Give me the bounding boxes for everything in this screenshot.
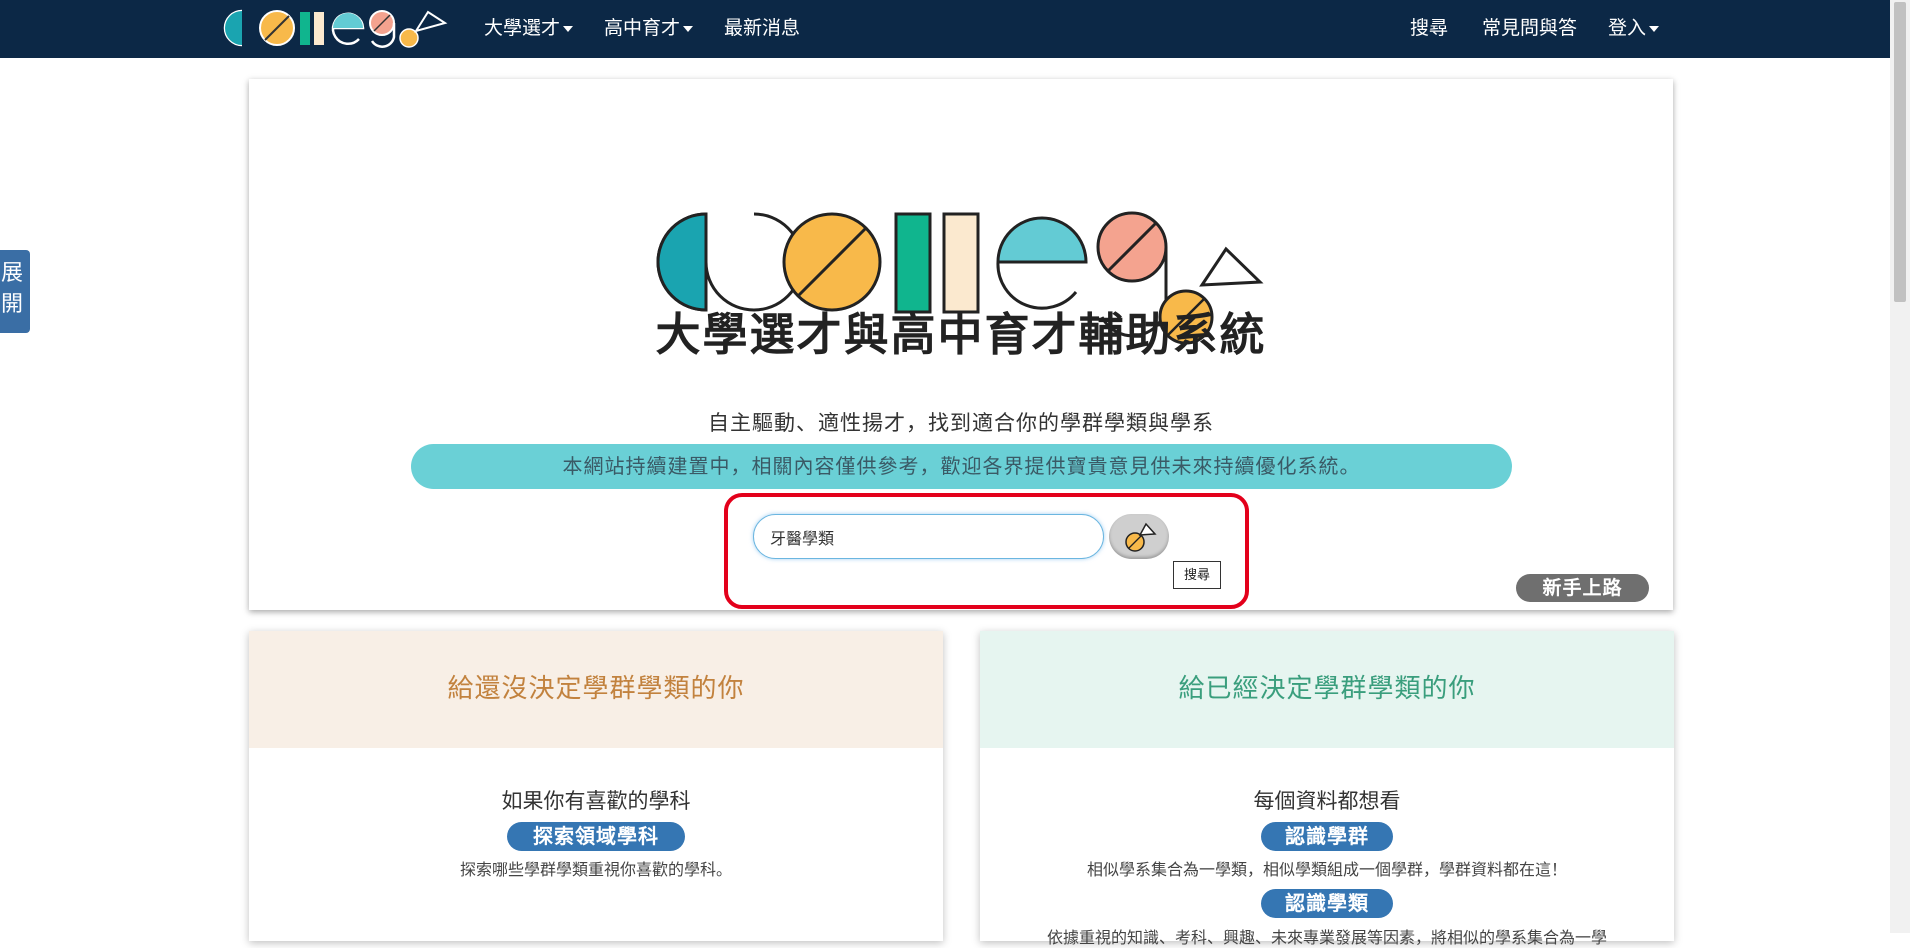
learn-categories-button[interactable]: 認識學類	[1261, 889, 1393, 918]
explore-subjects-button[interactable]: 探索領域學科	[507, 822, 685, 851]
search-input[interactable]	[753, 514, 1104, 559]
card-subheading: 每個資料都想看	[1253, 789, 1401, 813]
newbie-guide-button[interactable]: 新手上路	[1516, 574, 1649, 602]
nav-latest-news[interactable]: 最新消息	[724, 17, 800, 39]
nav-highschool-cultivation[interactable]: 高中育才	[604, 17, 694, 39]
card-subheading: 如果你有喜歡的學科	[501, 789, 691, 813]
expand-label: 展開	[1, 261, 24, 317]
undecided-card: 給還沒決定學群學類的你 如果你有喜歡的學科 探索領域學科 探索哪些學群學類重視你…	[249, 631, 943, 941]
decided-card: 給已經決定學群學類的你 每個資料都想看 認識學群 相似學系集合為一學類，相似學類…	[980, 631, 1674, 947]
expand-side-tab[interactable]: 展開	[0, 250, 30, 333]
college-logo-icon[interactable]	[220, 3, 450, 53]
nav-label: 高中育才	[604, 17, 681, 39]
nav-label: 最新消息	[724, 17, 801, 39]
nav-label: 登入	[1608, 17, 1647, 39]
nav-label: 搜尋	[1410, 17, 1449, 39]
card-description: 依據重視的知識、考科、興趣、未來專業發展等因素，將相似的學系集合為一學	[1046, 928, 1607, 947]
card-description: 探索哪些學群學類重視你喜歡的學科。	[459, 860, 732, 879]
notice-banner: 本網站持續建置中，相關內容僅供參考，歡迎各界提供寶貴意見供未來持續優化系統。	[411, 444, 1512, 489]
nav-label: 大學選才	[484, 17, 561, 39]
card-description: 相似學系集合為一學類，相似學類組成一個學群，學群資料都在這！	[1086, 860, 1567, 879]
nav-faq[interactable]: 常見問與答	[1482, 17, 1577, 39]
top-navbar: 大學選才 高中育才 最新消息 搜尋 常見問與答 登入	[0, 0, 1890, 58]
search-logo-icon	[1125, 522, 1157, 552]
card-heading: 給還沒決定學群學類的你	[249, 631, 943, 748]
caret-down-icon	[683, 25, 694, 32]
nav-label: 常見問與答	[1482, 17, 1578, 39]
search-button[interactable]	[1109, 514, 1169, 559]
learn-disciplines-button[interactable]: 認識學群	[1261, 822, 1393, 851]
scrollbar-thumb[interactable]	[1894, 2, 1906, 302]
card-heading: 給已經決定學群學類的你	[980, 631, 1674, 748]
page-scrollbar[interactable]	[1890, 0, 1910, 933]
hero-card: 大學選才與高中育才輔助系統 自主驅動、適性揚才，找到適合你的學群學類與學系 本網…	[249, 79, 1673, 610]
search-tooltip: 搜尋	[1173, 561, 1221, 589]
caret-down-icon	[1649, 25, 1660, 32]
nav-search[interactable]: 搜尋	[1410, 17, 1448, 39]
nav-login[interactable]: 登入	[1608, 17, 1660, 39]
nav-university-selection[interactable]: 大學選才	[484, 17, 574, 39]
page-title: 大學選才與高中育才輔助系統	[655, 308, 1267, 361]
hero-tagline: 自主驅動、適性揚才，找到適合你的學群學類與學系	[708, 411, 1214, 435]
caret-down-icon	[563, 25, 574, 32]
